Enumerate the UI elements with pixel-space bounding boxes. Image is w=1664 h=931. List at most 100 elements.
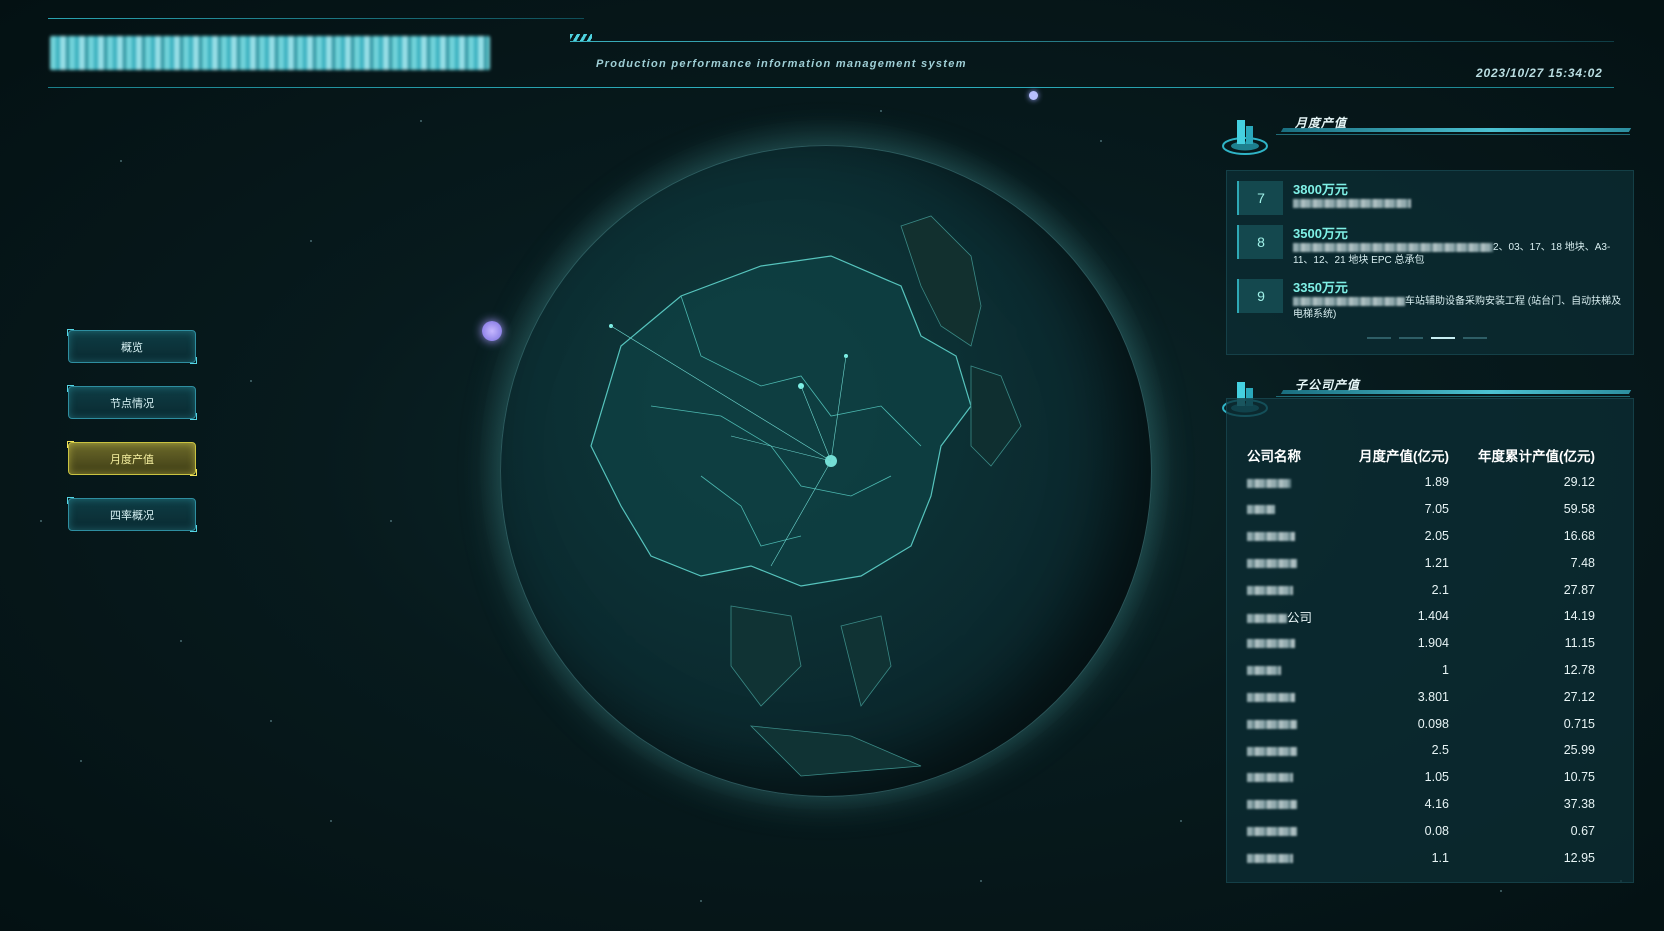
annual-output-cell: 59.58 bbox=[1563, 502, 1595, 517]
monthly-output-cell: 1.89 bbox=[1424, 475, 1449, 490]
redacted-company-name bbox=[1247, 800, 1297, 810]
company-name-cell bbox=[1247, 683, 1347, 710]
monthly-output-cell: 1.404 bbox=[1417, 609, 1449, 624]
monthly-output-cell: 1.1 bbox=[1431, 850, 1449, 865]
building-icon bbox=[1220, 108, 1270, 158]
panel-header-line bbox=[1276, 134, 1630, 135]
rank-badge: 7 bbox=[1237, 181, 1283, 215]
monthly-output-cell: 2.05 bbox=[1424, 528, 1449, 543]
table-row[interactable]: 1 12.78 bbox=[1247, 657, 1595, 684]
table-row[interactable]: 1.904 11.15 bbox=[1247, 630, 1595, 657]
page-dot[interactable] bbox=[1399, 337, 1423, 339]
table-row[interactable]: 2.05 16.68 bbox=[1247, 523, 1595, 550]
datetime: 2023/10/27 15:34:02 bbox=[1476, 66, 1603, 80]
table-row[interactable]: 4.16 37.38 bbox=[1247, 791, 1595, 818]
page-dot[interactable] bbox=[1463, 337, 1487, 339]
annual-output-cell: 25.99 bbox=[1563, 743, 1595, 758]
monthly-output-cell: 4.16 bbox=[1424, 796, 1449, 811]
page-dot-active[interactable] bbox=[1431, 337, 1455, 339]
panel-header-line bbox=[1276, 396, 1630, 397]
company-name-cell bbox=[1247, 764, 1347, 791]
subsidiary-output-panel: 公司名称 月度产值(亿元) 年度累计产值(亿元) 1.89 29.12 7.05 59… bbox=[1226, 398, 1634, 883]
annual-output-cell: 11.15 bbox=[1564, 636, 1595, 651]
planet-dot bbox=[1029, 91, 1038, 100]
annual-output-cell: 0.715 bbox=[1563, 716, 1595, 731]
nav-monthly-output-button[interactable]: 月度产值 bbox=[67, 441, 197, 476]
monthly-output-panel: 7 3800万元 8 3500万元 2、03、17、18 地块、A3-11、12… bbox=[1226, 170, 1634, 355]
company-name-cell bbox=[1247, 657, 1347, 684]
monthly-output-cell: 1 bbox=[1442, 662, 1449, 677]
redacted-company-name bbox=[1247, 639, 1295, 649]
table-row[interactable]: 7.05 59.58 bbox=[1247, 496, 1595, 523]
project-description: 车站辅助设备采购安装工程 (站台门、自动扶梯及电梯系统) bbox=[1293, 296, 1622, 320]
redacted-company-name bbox=[1247, 719, 1297, 729]
annual-output-cell: 37.38 bbox=[1563, 796, 1595, 811]
monthly-output-cell: 2.1 bbox=[1431, 582, 1449, 597]
list-item[interactable]: 8 3500万元 2、03、17、18 地块、A3-11、12、21 地块 EP… bbox=[1237, 221, 1627, 266]
table-row[interactable]: 0.098 0.715 bbox=[1247, 710, 1595, 737]
annual-output-cell: 12.95 bbox=[1563, 850, 1595, 865]
redacted-company-name bbox=[1247, 692, 1295, 702]
project-description: 2、03、17、18 地块、A3-11、12、21 地块 EPC 总承包 bbox=[1293, 242, 1611, 266]
company-name-cell bbox=[1247, 549, 1347, 576]
redacted-company-name bbox=[1247, 614, 1287, 624]
annual-output-cell: 12.78 bbox=[1563, 662, 1595, 677]
annual-output-cell: 27.12 bbox=[1563, 689, 1595, 704]
monthly-output-cell: 7.05 bbox=[1424, 502, 1449, 517]
redacted-company-name bbox=[1247, 558, 1297, 568]
header: Production performance information manag… bbox=[0, 0, 1664, 100]
side-nav: 概览 节点情况 月度产值 四率概况 bbox=[67, 329, 197, 554]
output-value: 3800万元 bbox=[1293, 182, 1348, 197]
panel-title: 子公司产值 bbox=[1295, 378, 1361, 392]
annual-output-cell: 0.67 bbox=[1570, 823, 1595, 838]
monthly-output-cell: 1.904 bbox=[1417, 636, 1449, 651]
column-header: 公司名称 bbox=[1247, 449, 1301, 464]
nav-four-rates-button[interactable]: 四率概况 bbox=[67, 497, 197, 532]
monthly-output-cell: 2.5 bbox=[1431, 743, 1449, 758]
redacted-company-name bbox=[1247, 666, 1281, 676]
monthly-output-cell: 1.05 bbox=[1424, 770, 1449, 785]
redacted-company-name bbox=[1247, 826, 1297, 836]
redacted-company-name bbox=[1247, 585, 1293, 595]
output-value: 3500万元 bbox=[1293, 226, 1348, 241]
table-row[interactable]: 1.21 7.48 bbox=[1247, 549, 1595, 576]
header-line bbox=[570, 41, 1614, 42]
redacted-company-name bbox=[1247, 532, 1295, 542]
list-item[interactable]: 7 3800万元 bbox=[1237, 177, 1627, 221]
column-header: 年度累计产值(亿元) bbox=[1478, 449, 1595, 464]
company-name-cell bbox=[1247, 791, 1347, 818]
redacted-company-name bbox=[1247, 853, 1293, 863]
table-row[interactable]: 0.08 0.67 bbox=[1247, 817, 1595, 844]
list-item[interactable]: 9 3350万元 车站辅助设备采购安装工程 (站台门、自动扶梯及电梯系统) bbox=[1237, 275, 1627, 320]
company-name-cell bbox=[1247, 523, 1347, 550]
company-name-cell bbox=[1247, 817, 1347, 844]
table-row[interactable]: 2.1 27.87 bbox=[1247, 576, 1595, 603]
redacted-company-name bbox=[1247, 773, 1293, 783]
rank-badge: 9 bbox=[1237, 279, 1283, 313]
table-row[interactable]: 2.5 25.99 bbox=[1247, 737, 1595, 764]
company-name-cell bbox=[1247, 576, 1347, 603]
table-row[interactable]: 1.05 10.75 bbox=[1247, 764, 1595, 791]
rank-badge: 8 bbox=[1237, 225, 1283, 259]
header-line bbox=[48, 18, 584, 19]
table-row[interactable]: 3.801 27.12 bbox=[1247, 683, 1595, 710]
company-name-cell bbox=[1247, 630, 1347, 657]
nav-nodes-button[interactable]: 节点情况 bbox=[67, 385, 197, 420]
table-row[interactable]: 1.1 12.95 bbox=[1247, 844, 1595, 871]
annual-output-cell: 14.19 bbox=[1563, 609, 1595, 624]
redacted-company-name bbox=[1247, 478, 1291, 488]
table-row[interactable]: 公司 1.404 14.19 bbox=[1247, 603, 1595, 630]
table-row[interactable]: 1.89 29.12 bbox=[1247, 469, 1595, 496]
company-name-cell: 公司 bbox=[1247, 603, 1347, 630]
page-dot[interactable] bbox=[1367, 337, 1391, 339]
company-name-cell bbox=[1247, 737, 1347, 764]
column-header: 月度产值(亿元) bbox=[1359, 449, 1449, 464]
annual-output-cell: 27.87 bbox=[1563, 582, 1595, 597]
nav-overview-button[interactable]: 概览 bbox=[67, 329, 197, 364]
subsidiary-table: 公司名称 月度产值(亿元) 年度累计产值(亿元) 1.89 29.12 7.05 59… bbox=[1247, 441, 1595, 871]
page-title-redacted bbox=[50, 36, 490, 70]
globe-map[interactable] bbox=[500, 145, 1152, 797]
monthly-output-header: 月度产值 bbox=[1220, 108, 1632, 158]
header-line bbox=[48, 87, 1614, 88]
table-body: 1.89 29.12 7.05 59.58 2.05 16.68 1.21 7.48 2.1 27… bbox=[1247, 469, 1595, 871]
